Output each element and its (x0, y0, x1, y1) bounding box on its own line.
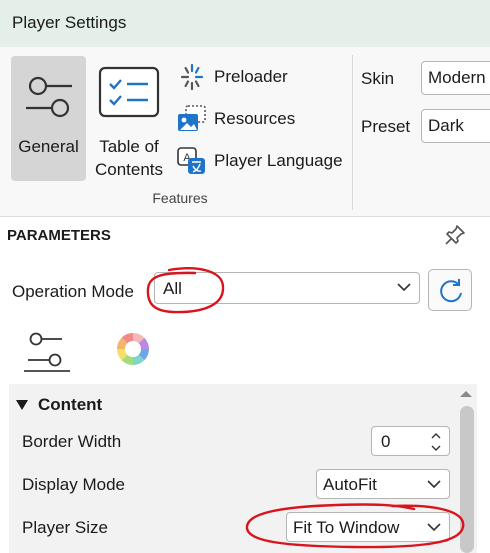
translate-icon: A (177, 147, 205, 174)
player-language-button[interactable]: A Player Language (176, 147, 351, 175)
border-width-stepper[interactable]: 0 (371, 426, 450, 456)
operation-mode-select[interactable]: All (154, 272, 420, 304)
spin-down-icon[interactable] (431, 443, 441, 453)
scroll-up-arrow-icon[interactable] (460, 391, 472, 397)
toggle-sliders-icon (28, 332, 62, 367)
parameters-panel: PARAMETERS Operation Mode All Content Bo… (0, 217, 490, 553)
content-section-title: Content (38, 395, 103, 414)
skin-label: Skin (361, 69, 395, 88)
table-of-contents-label: Table of Contents (94, 137, 164, 179)
display-mode-select[interactable]: AutoFit (316, 469, 450, 499)
operation-mode-label: Operation Mode (12, 282, 134, 301)
scrollbar-thumb[interactable] (460, 406, 474, 553)
tab-colors[interactable] (111, 330, 157, 372)
refresh-button[interactable] (428, 269, 472, 311)
collapse-triangle-icon (16, 400, 28, 410)
checklist-icon (98, 66, 160, 118)
tab-layout[interactable] (24, 330, 70, 372)
content-section-header[interactable]: Content (16, 395, 102, 415)
refresh-icon (440, 279, 462, 303)
general-label: General (18, 137, 79, 156)
chevron-down-icon (427, 480, 441, 489)
spinner-icon (180, 63, 204, 91)
player-language-label: Player Language (214, 151, 343, 170)
skin-select[interactable]: Modern (421, 61, 490, 95)
toggle-sliders-icon (25, 76, 72, 118)
title-bar: Player Settings (0, 0, 490, 47)
display-mode-label: Display Mode (22, 475, 125, 494)
preset-label: Preset (361, 117, 411, 136)
color-wheel-icon (117, 333, 149, 365)
window-title: Player Settings (12, 13, 127, 32)
chevron-down-icon (427, 523, 441, 532)
general-button[interactable]: General (11, 56, 86, 181)
player-size-select[interactable]: Fit To Window (286, 512, 450, 542)
ribbon: General Table of Contents Preloader Reso… (0, 47, 490, 217)
parameters-title: PARAMETERS (7, 227, 111, 244)
preset-select[interactable]: Dark (421, 109, 490, 143)
table-of-contents-button[interactable]: Table of Contents (89, 56, 169, 181)
features-group-label: Features (152, 190, 208, 206)
ribbon-divider (352, 55, 353, 210)
border-width-label: Border Width (22, 432, 122, 451)
preloader-label: Preloader (214, 67, 288, 86)
spin-up-icon[interactable] (431, 431, 441, 441)
player-size-value: Fit To Window (293, 518, 400, 537)
resources-button[interactable]: Resources (176, 105, 351, 133)
player-size-label: Player Size (22, 518, 108, 537)
display-mode-value: AutoFit (323, 475, 377, 494)
skin-value: Modern (428, 68, 486, 87)
pin-icon[interactable] (444, 224, 466, 246)
preset-value: Dark (428, 116, 464, 135)
image-icon (178, 105, 206, 131)
resources-label: Resources (214, 109, 296, 128)
operation-mode-value: All (163, 279, 182, 298)
border-width-value: 0 (381, 432, 391, 451)
chevron-down-icon (397, 283, 411, 292)
preloader-button[interactable]: Preloader (176, 63, 351, 91)
